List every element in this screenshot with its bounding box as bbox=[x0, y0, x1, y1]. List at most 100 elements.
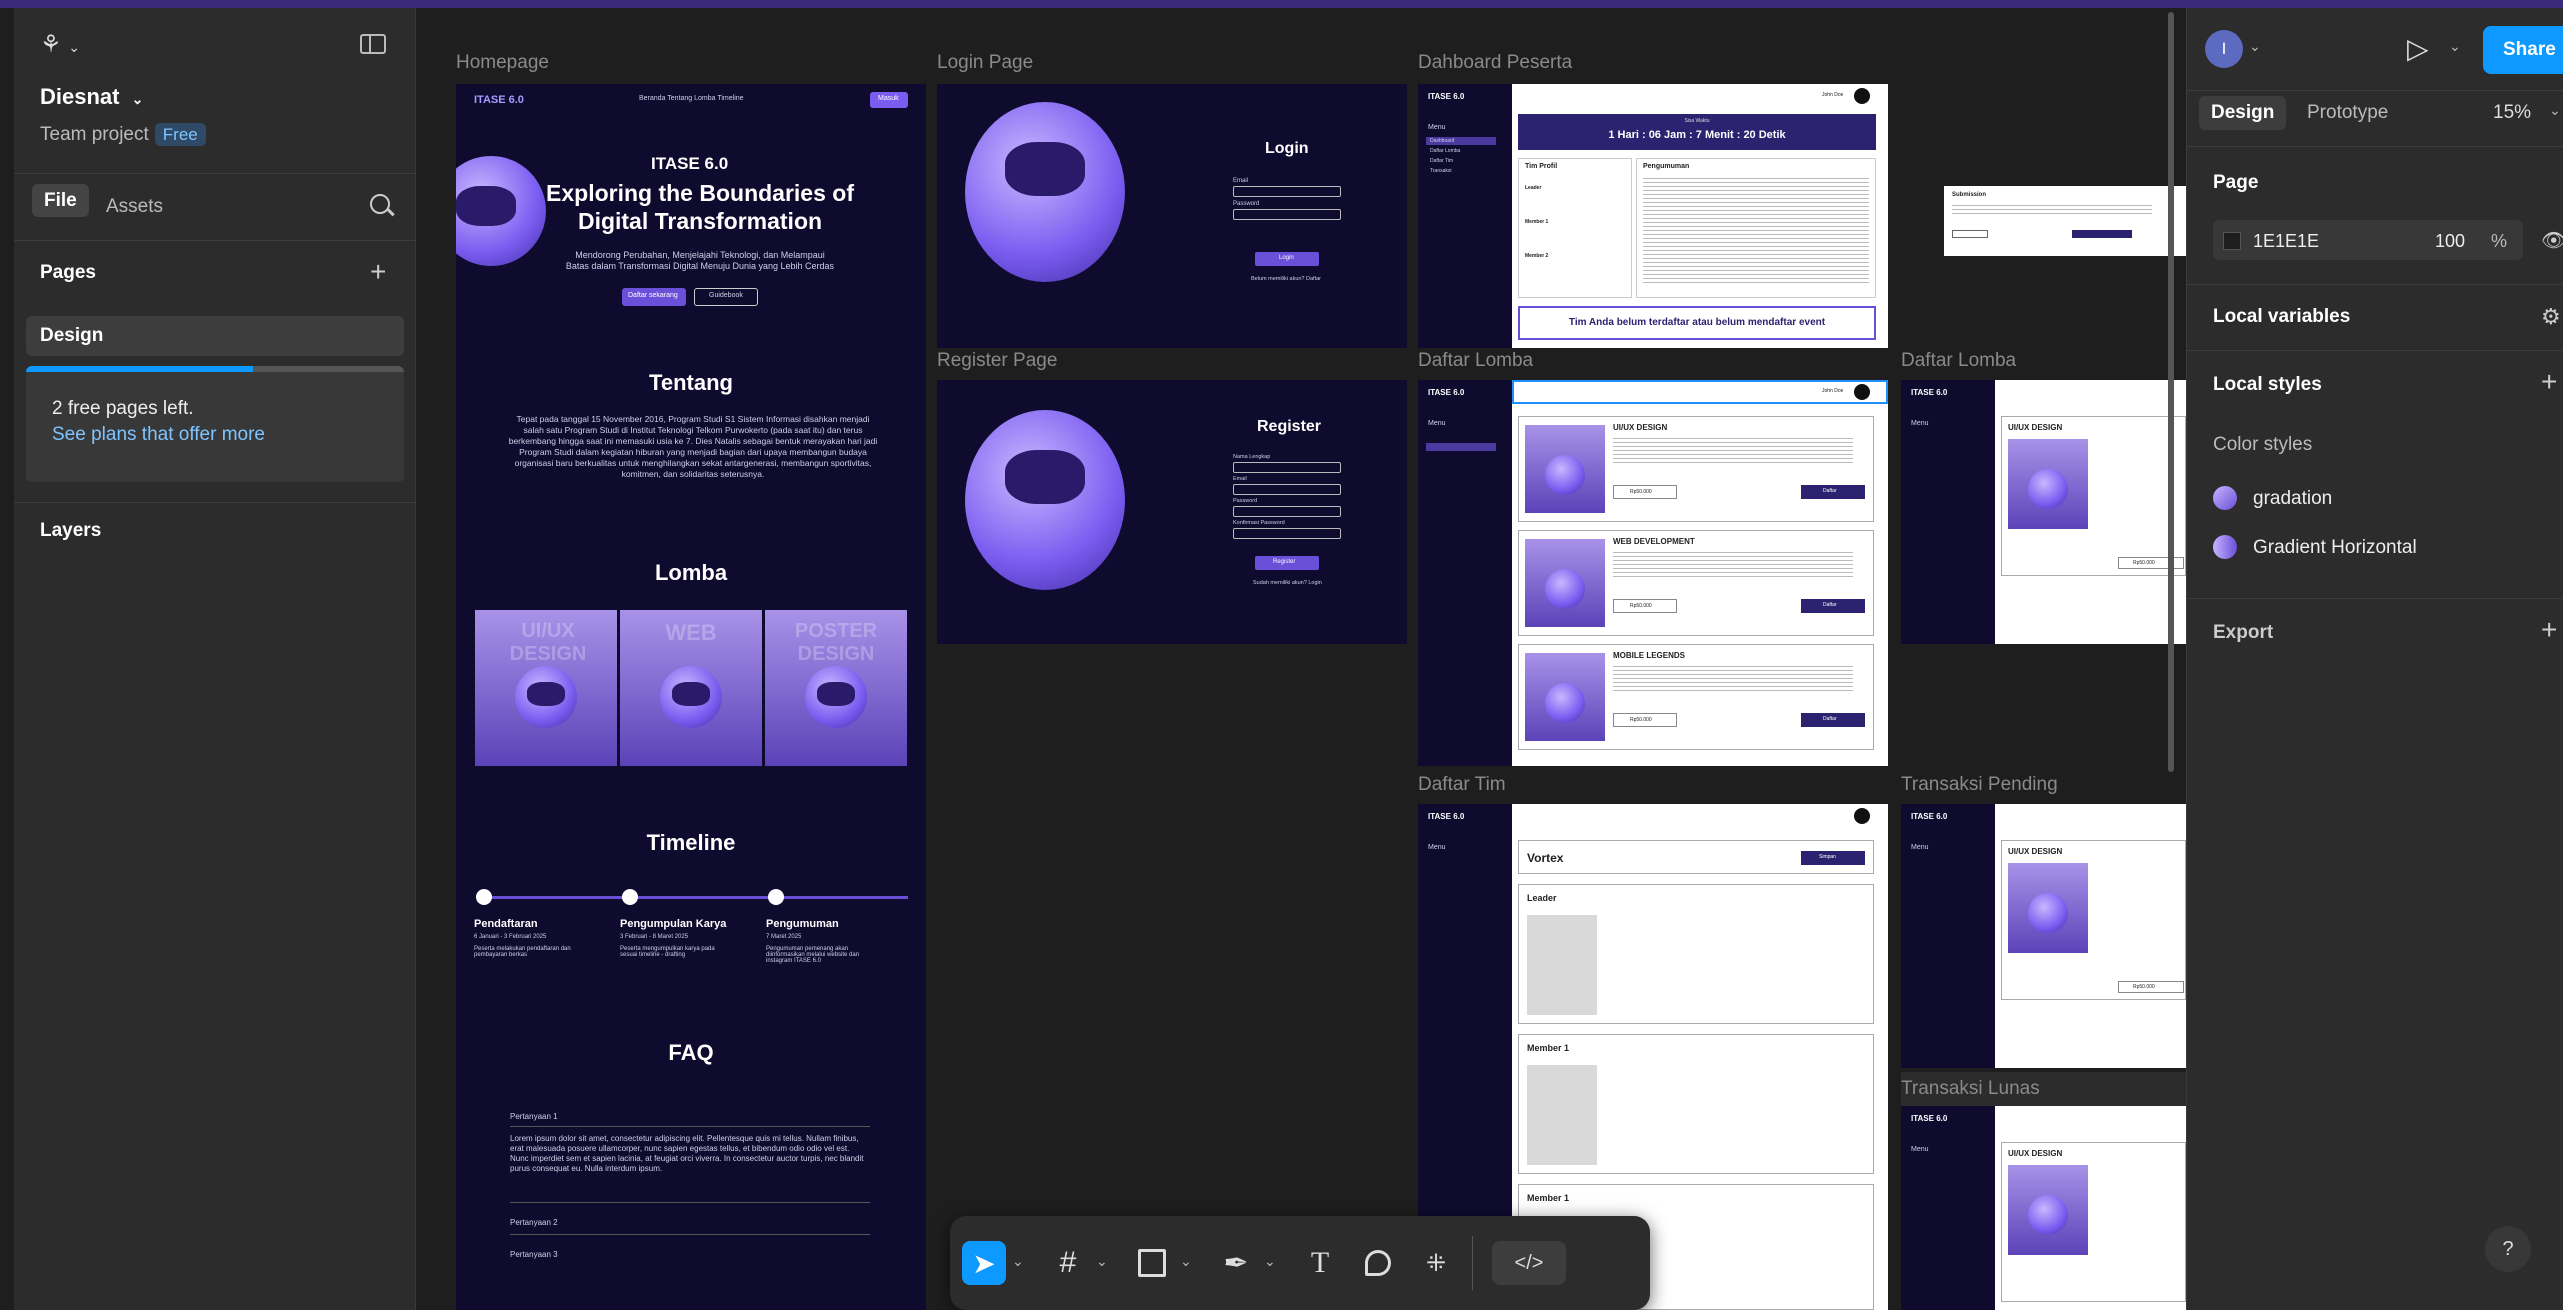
tab-file[interactable]: File bbox=[32, 184, 89, 217]
register-button[interactable]: Register bbox=[1255, 556, 1319, 570]
tab-assets[interactable]: Assets bbox=[106, 196, 163, 218]
login-footer-link[interactable]: Belum memiliki akun? Daftar bbox=[1251, 276, 1321, 282]
page-color-swatch[interactable] bbox=[2223, 232, 2241, 250]
lomba-item-mobile-legends[interactable]: MOBILE LEGENDS Rp50.000 Daftar bbox=[1518, 644, 1874, 750]
register-footer-link[interactable]: Sudah memiliki akun? Login bbox=[1253, 580, 1322, 586]
canvas-scrollbar[interactable] bbox=[2168, 12, 2174, 772]
present-chevron-icon[interactable]: ⌄ bbox=[2449, 38, 2461, 55]
login-button[interactable]: Login bbox=[1255, 252, 1319, 266]
figma-app: ⚘ ⌄ Diesnat ⌄ Team project Free File Asse… bbox=[0, 8, 2563, 1310]
actions-tool-icon[interactable]: ⁜ bbox=[1414, 1241, 1458, 1285]
avatar-chevron-icon[interactable]: ⌄ bbox=[2249, 38, 2261, 55]
text-tool-icon[interactable]: T bbox=[1298, 1241, 1342, 1285]
page-color-field[interactable]: 1E1E1E 100 % bbox=[2213, 220, 2523, 260]
frame-dashboard[interactable]: ITASE 6.0 Menu Dashboard Daftar Lomba Da… bbox=[1418, 84, 1888, 348]
lomba-item-web[interactable]: WEB DEVELOPMENT Rp50.000 Daftar bbox=[1518, 530, 1874, 636]
add-style-icon[interactable]: + bbox=[2541, 366, 2557, 398]
main-menu-button[interactable]: ⚘ ⌄ bbox=[40, 30, 80, 59]
lomba-card-poster[interactable]: POSTER DESIGN bbox=[765, 610, 907, 766]
frame-submission[interactable]: Submission bbox=[1944, 186, 2186, 256]
register-password-input[interactable] bbox=[1233, 506, 1341, 517]
local-variables-heading[interactable]: Local variables bbox=[2213, 306, 2350, 328]
frame-tool-chevron-icon[interactable]: ⌄ bbox=[1096, 1253, 1108, 1270]
frame-daftar-lomba-2[interactable]: ITASE 6.0 Menu UI/UX DESIGN Rp50.000 bbox=[1901, 380, 2186, 644]
frame-label-daftar-tim[interactable]: Daftar Tim bbox=[1418, 774, 1506, 796]
frame-label-transaksi-lunas[interactable]: Transaksi Lunas bbox=[1901, 1078, 2040, 1100]
frame-label-daftar-lomba-1[interactable]: Daftar Lomba bbox=[1418, 350, 1533, 372]
free-pages-notice: 2 free pages left. See plans that offer … bbox=[26, 366, 404, 482]
file-name[interactable]: Diesnat ⌄ bbox=[40, 84, 143, 110]
rectangle-tool-icon[interactable] bbox=[1130, 1241, 1174, 1285]
hp-faq-heading: FAQ bbox=[668, 1040, 714, 1065]
frame-homepage[interactable]: ITASE 6.0 Beranda Tentang Lomba Timeline… bbox=[456, 84, 926, 1310]
dev-mode-icon[interactable]: </> bbox=[1492, 1241, 1566, 1285]
team-project[interactable]: Team project Free bbox=[40, 123, 206, 146]
zoom-level[interactable]: 15% bbox=[2493, 102, 2531, 124]
shape-tool-chevron-icon[interactable]: ⌄ bbox=[1180, 1253, 1192, 1270]
percent-sign: % bbox=[2491, 231, 2508, 251]
present-play-icon[interactable]: ▷ bbox=[2407, 32, 2429, 65]
visibility-eye-icon[interactable]: 👁 bbox=[2541, 228, 2563, 253]
add-export-icon[interactable]: + bbox=[2541, 614, 2557, 646]
hp-lomba-heading: Lomba bbox=[654, 560, 728, 585]
lomba-card-web[interactable]: WEB bbox=[620, 610, 762, 766]
hp-daftar-button[interactable]: Daftar sekarang bbox=[622, 288, 686, 306]
frame-login[interactable]: Login Email Password Login Belum memilik… bbox=[937, 84, 1407, 348]
design-canvas[interactable]: Homepage ITASE 6.0 Beranda Tentang Lomba… bbox=[416, 8, 2186, 1310]
timeline-title-3: Pengumuman bbox=[766, 918, 839, 930]
search-icon[interactable] bbox=[370, 194, 395, 216]
frame-label-register[interactable]: Register Page bbox=[937, 350, 1057, 372]
gradation-swatch[interactable] bbox=[2213, 486, 2237, 510]
move-tool-icon[interactable]: ➤ bbox=[962, 1241, 1006, 1285]
move-tool-chevron-icon[interactable]: ⌄ bbox=[1012, 1253, 1024, 1270]
tab-design[interactable]: Design bbox=[2199, 96, 2287, 130]
help-button[interactable]: ? bbox=[2485, 1226, 2531, 1272]
login-email-input[interactable] bbox=[1233, 186, 1341, 197]
login-password-input[interactable] bbox=[1233, 209, 1341, 220]
register-label-name: Nama Lengkap bbox=[1233, 454, 1271, 460]
add-page-icon[interactable]: + bbox=[370, 256, 386, 288]
frame-transaksi-lunas[interactable]: ITASE 6.0 Menu UI/UX DESIGN bbox=[1901, 1106, 2186, 1310]
hp-nav[interactable]: Beranda Tentang Lomba Timeline bbox=[639, 95, 744, 102]
frame-label-transaksi-pending[interactable]: Transaksi Pending bbox=[1901, 774, 2058, 796]
frame-label-daftar-lomba-2[interactable]: Daftar Lomba bbox=[1901, 350, 2016, 372]
comment-tool-icon[interactable] bbox=[1356, 1241, 1400, 1285]
login-password-label: Password bbox=[1233, 201, 1260, 207]
register-email-input[interactable] bbox=[1233, 484, 1341, 495]
user-avatar[interactable]: I bbox=[2205, 30, 2243, 68]
tab-prototype[interactable]: Prototype bbox=[2307, 102, 2388, 124]
faq-item-1[interactable]: Pertanyaan 1 bbox=[510, 1112, 558, 1121]
color-style-gradient-horizontal[interactable]: Gradient Horizontal bbox=[2253, 537, 2417, 559]
pen-tool-icon[interactable]: ✒ bbox=[1214, 1241, 1258, 1285]
frame-register[interactable]: Register Nama Lengkap Email Password Kon… bbox=[937, 380, 1407, 644]
login-robot-image bbox=[965, 102, 1125, 282]
frame-tool-icon[interactable]: # bbox=[1046, 1241, 1090, 1285]
faq-item-3[interactable]: Pertanyaan 3 bbox=[510, 1250, 558, 1259]
frame-label-homepage[interactable]: Homepage bbox=[456, 52, 549, 74]
lomba-item-uiux[interactable]: UI/UX DESIGN Rp50.000 Daftar bbox=[1518, 416, 1874, 522]
notice-title: 2 free pages left. bbox=[52, 398, 194, 419]
sidebar-toggle-icon[interactable] bbox=[360, 34, 386, 54]
zoom-chevron-icon[interactable]: ⌄ bbox=[2549, 102, 2561, 119]
right-panel: I ⌄ ▷ ⌄ Share Design Prototype 15% ⌄ Pag… bbox=[2186, 8, 2563, 1310]
faq-item-2[interactable]: Pertanyaan 2 bbox=[510, 1218, 558, 1227]
dash-sidebar: ITASE 6.0 Menu Dashboard Daftar Lomba Da… bbox=[1418, 84, 1512, 348]
hp-guidebook-button[interactable]: Guidebook bbox=[694, 288, 758, 306]
frame-transaksi-pending[interactable]: ITASE 6.0 Menu UI/UX DESIGN Rp50.000 bbox=[1901, 804, 2186, 1068]
pen-tool-chevron-icon[interactable]: ⌄ bbox=[1264, 1253, 1276, 1270]
share-button[interactable]: Share bbox=[2483, 26, 2563, 74]
register-confirm-input[interactable] bbox=[1233, 528, 1341, 539]
see-plans-link[interactable]: See plans that offer more bbox=[52, 424, 265, 446]
gradient-horizontal-swatch[interactable] bbox=[2213, 535, 2237, 559]
variables-settings-icon[interactable]: ⚙ bbox=[2541, 304, 2561, 330]
page-item-design[interactable]: Design bbox=[26, 316, 404, 356]
frame-label-dashboard[interactable]: Dahboard Peserta bbox=[1418, 52, 1572, 74]
timeline-desc-3: Pengumuman pemenang akan diinformasikan … bbox=[766, 946, 860, 964]
hp-timeline-heading: Timeline bbox=[646, 830, 736, 855]
hp-masuk-button[interactable]: Masuk bbox=[870, 92, 908, 108]
color-style-gradation[interactable]: gradation bbox=[2253, 488, 2332, 510]
frame-label-login[interactable]: Login Page bbox=[937, 52, 1033, 74]
lomba-card-uiux[interactable]: UI/UX DESIGN bbox=[475, 610, 617, 766]
frame-daftar-lomba-1[interactable]: ITASE 6.0 Menu John Doe UI/UX DESIGN Rp5… bbox=[1418, 380, 1888, 766]
register-name-input[interactable] bbox=[1233, 462, 1341, 473]
